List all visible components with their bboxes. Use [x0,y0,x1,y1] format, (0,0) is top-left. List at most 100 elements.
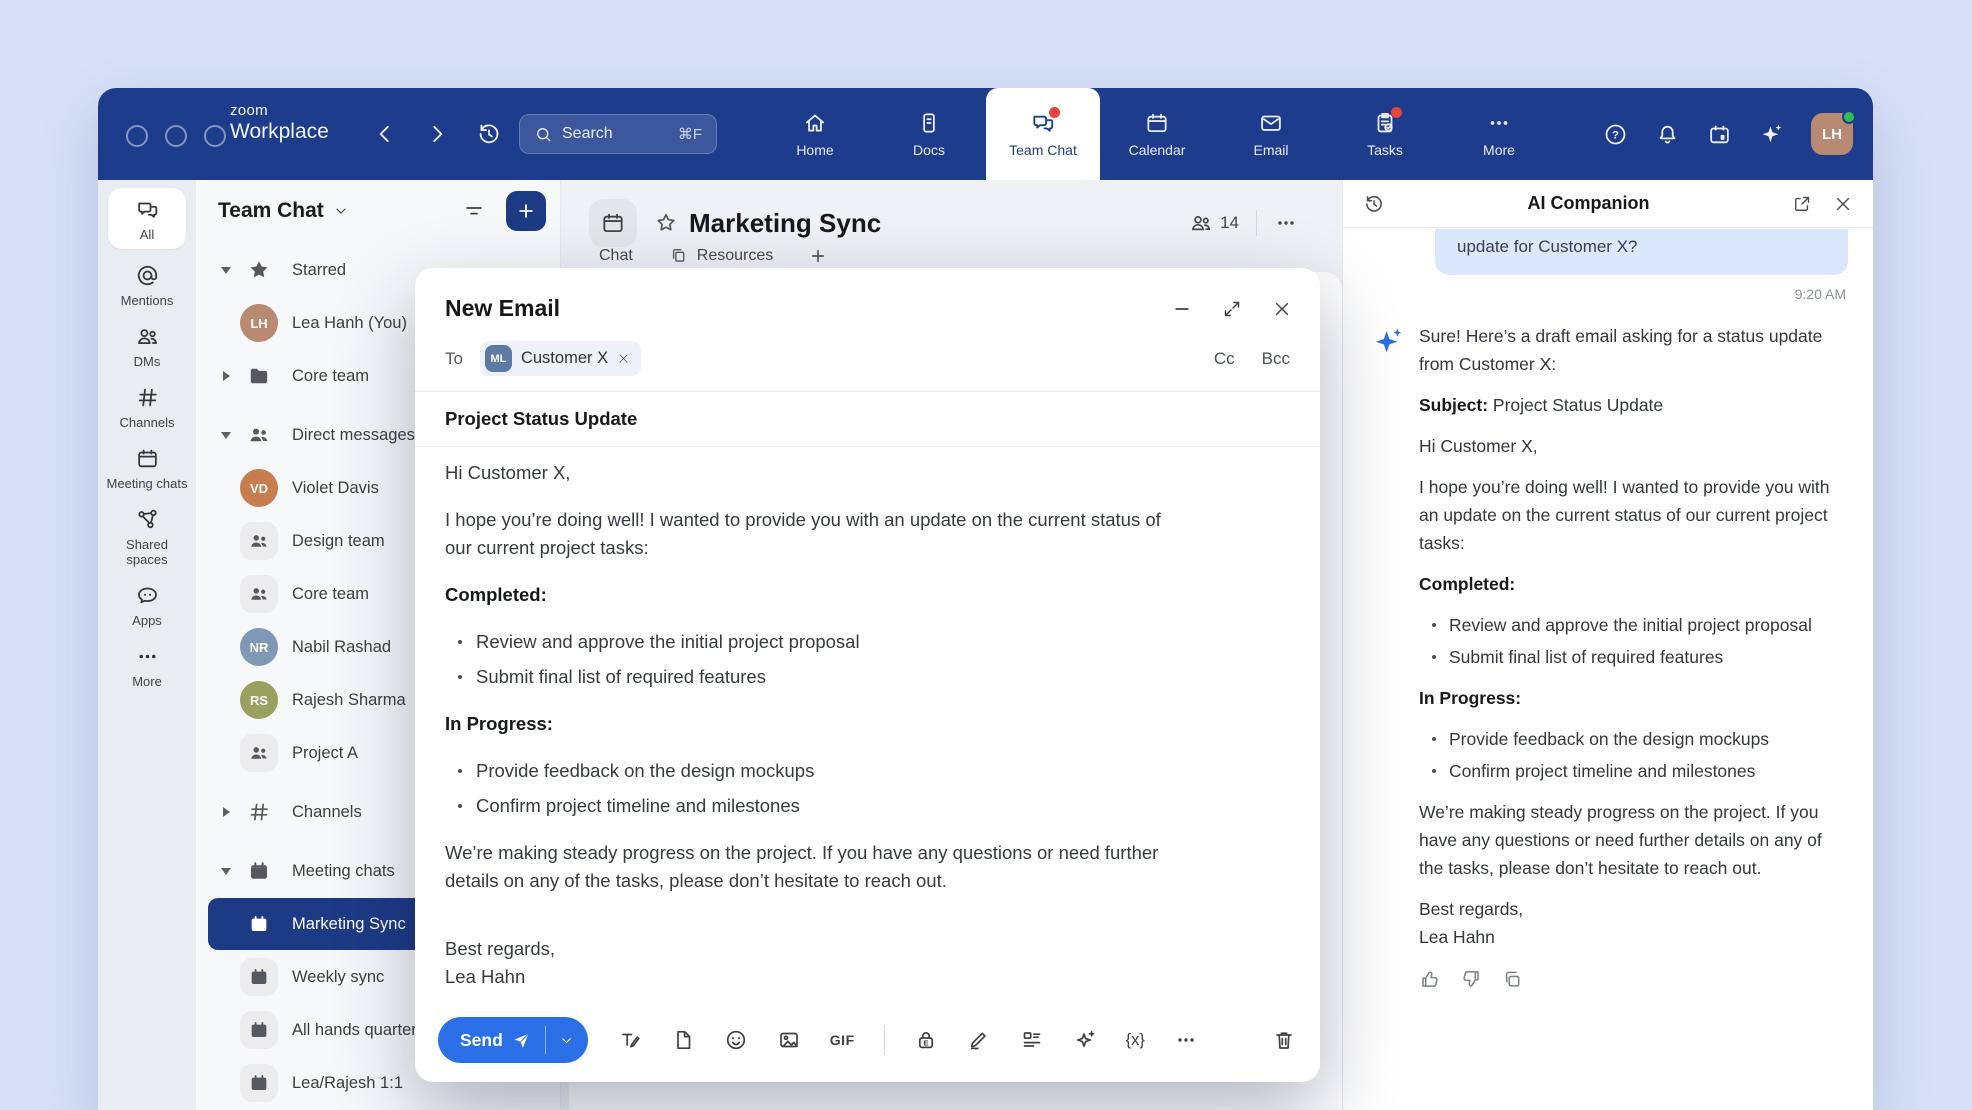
expand-icon[interactable] [1222,299,1242,319]
text-format-icon[interactable] [618,1028,642,1052]
member-count[interactable]: 14 [1220,213,1239,233]
calendar-icon [240,1011,278,1049]
window-minimize-button[interactable] [165,125,187,147]
search-icon [534,125,553,144]
send-button[interactable]: Send [438,1017,545,1063]
rail-item-more[interactable]: More [105,644,189,689]
help-icon[interactable] [1603,122,1628,147]
close-icon[interactable] [1272,299,1292,319]
tab-email[interactable]: Email [1214,88,1328,180]
caret-down-icon[interactable] [214,267,238,274]
team-chat-badge [1049,107,1060,118]
notifications-icon[interactable] [1655,122,1680,147]
rail-item-meeting-chats[interactable]: Meeting chats [105,446,189,491]
cc-button[interactable]: Cc [1214,349,1235,369]
copy-icon[interactable] [1501,968,1523,990]
compose-toolbar: GIF {x} [618,1025,1198,1055]
people-icon [135,324,160,349]
ai-feedback-bar [1419,968,1848,990]
attach-file-icon[interactable] [671,1028,695,1052]
list-item: Submit final list of required features [476,663,1169,691]
tab-resources[interactable]: Resources [669,246,773,265]
remove-recipient-icon[interactable] [617,352,630,365]
discard-draft-icon[interactable] [1272,1028,1296,1052]
ai-sparkle-icon [1371,325,1405,359]
gif-icon[interactable]: GIF [830,1032,855,1048]
ai-companion-icon[interactable] [1759,122,1784,147]
tab-home[interactable]: Home [758,88,872,180]
user-avatar[interactable]: LH [1811,113,1853,155]
ai-panel-title: AI Companion [1385,193,1792,214]
calendar-date-icon[interactable] [1707,122,1732,147]
new-chat-button[interactable] [506,191,546,231]
email-body-editor[interactable]: Hi Customer X, I hope you’re doing well!… [415,447,1205,991]
caret-right-icon[interactable] [214,371,238,381]
ai-body-intro: I hope you’re doing well! I wanted to pr… [1419,473,1848,557]
recipient-chip[interactable]: ML Customer X [480,341,641,376]
window-close-button[interactable] [126,125,148,147]
rail-item-all[interactable]: All [108,188,186,249]
new-email-modal: New Email To ML Customer X Cc Bcc Projec… [415,268,1320,1082]
ai-subject-line: Subject: Project Status Update [1419,391,1848,419]
channel-more-icon[interactable] [1274,211,1298,235]
caret-down-icon[interactable] [214,432,238,439]
tab-chat[interactable]: Chat [599,247,633,265]
tab-tasks[interactable]: Tasks [1328,88,1442,180]
open-external-icon[interactable] [1792,194,1812,214]
members-icon[interactable] [1189,211,1213,235]
search-input[interactable]: Search ⌘F [519,114,717,154]
window-controls[interactable] [126,125,226,147]
modal-footer: Send GIF {x} [438,1016,1296,1064]
rail-item-channels[interactable]: Channels [105,385,189,430]
rail-item-mentions[interactable]: Mentions [105,263,189,308]
list-item: Review and approve the initial project p… [476,628,1169,656]
thumbs-down-icon[interactable] [1460,968,1482,990]
calendar-icon [135,446,160,471]
divider [884,1025,885,1055]
forward-icon[interactable] [424,121,450,147]
inprogress-list: Provide feedback on the design mockups C… [445,757,1169,820]
signature: Best regards, Lea Hahn [445,935,1169,991]
template-icon[interactable] [1020,1028,1044,1052]
ai-response: Sure! Here’s a draft email asking for a … [1371,322,1848,990]
send-split-button: Send [438,1017,588,1063]
insert-image-icon[interactable] [777,1028,801,1052]
closing: We’re making steady progress on the proj… [445,839,1169,895]
add-tab-button[interactable] [809,247,827,265]
caret-down-icon[interactable] [214,868,238,875]
ai-companion-panel: AI Companion Can you draft an email that… [1342,180,1873,1110]
toolbar-more-icon[interactable] [1174,1028,1198,1052]
emoji-icon[interactable] [724,1028,748,1052]
tab-more[interactable]: More [1442,88,1556,180]
variables-icon[interactable]: {x} [1126,1031,1145,1050]
history-icon[interactable] [1363,193,1385,215]
tab-calendar[interactable]: Calendar [1100,88,1214,180]
home-icon [802,110,828,136]
to-field[interactable]: To ML Customer X Cc Bcc [415,326,1320,391]
at-icon [135,263,160,288]
encrypt-icon[interactable] [914,1028,938,1052]
window-zoom-button[interactable] [204,125,226,147]
calendar-icon [240,905,278,943]
close-icon[interactable] [1833,194,1853,214]
list-item: Submit final list of required features [1449,643,1848,671]
rail-item-apps[interactable]: Apps [105,583,189,628]
signature-icon[interactable] [967,1028,991,1052]
rail-item-dms[interactable]: DMs [105,324,189,369]
ai-compose-icon[interactable] [1073,1028,1097,1052]
filter-icon[interactable] [462,199,486,223]
chevron-down-icon[interactable] [333,203,349,219]
history-icon[interactable] [476,121,502,147]
tab-team-chat[interactable]: Team Chat [986,88,1100,180]
rail-item-shared-spaces[interactable]: Shared spaces [105,507,189,567]
caret-right-icon[interactable] [214,807,238,817]
subject-field[interactable]: Project Status Update [415,392,1320,446]
send-options-button[interactable] [546,1017,588,1063]
bcc-button[interactable]: Bcc [1262,349,1290,369]
tab-docs[interactable]: Docs [872,88,986,180]
minimize-icon[interactable] [1172,299,1192,319]
inprogress-label: In Progress: [445,710,1169,738]
thumbs-up-icon[interactable] [1419,968,1441,990]
star-outline-icon[interactable] [654,211,678,235]
back-icon[interactable] [372,121,398,147]
